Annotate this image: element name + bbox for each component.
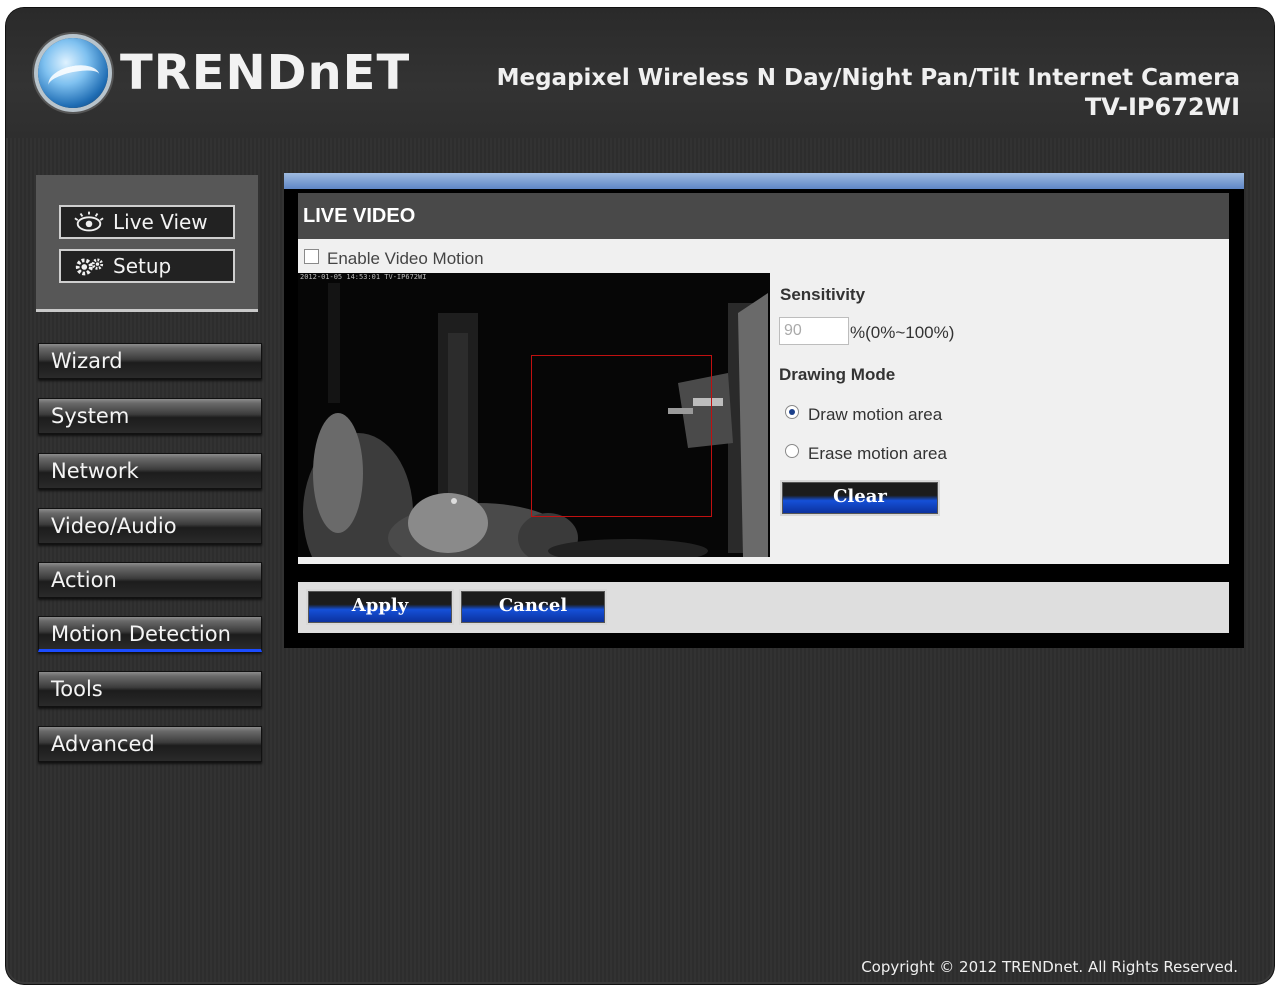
sensitivity-input[interactable]: 90	[779, 317, 849, 345]
drawing-mode-label: Drawing Mode	[779, 365, 896, 384]
product-title: Megapixel Wireless N Day/Night Pan/Tilt …	[497, 64, 1240, 122]
view-switcher: Live View Setup	[36, 175, 258, 312]
enable-video-motion-checkbox[interactable]	[304, 248, 319, 264]
motion-settings-panel: Enable Video Motion 2012-01-05 14:53:01 …	[298, 239, 1229, 564]
product-name: Megapixel Wireless N Day/Night Pan/Tilt …	[496, 65, 1240, 91]
draw-motion-area-radio[interactable]	[785, 405, 799, 419]
eye-icon	[73, 210, 105, 234]
draw-motion-area-option[interactable]: Draw motion area	[785, 405, 942, 425]
draw-motion-area-label: Draw motion area	[808, 405, 943, 424]
trendnet-globe-icon	[38, 38, 108, 108]
copyright: Copyright © 2012 TRENDnet. All Rights Re…	[861, 958, 1238, 976]
setup-button[interactable]: Setup	[59, 249, 235, 283]
sidebar-item-video-audio[interactable]: Video/Audio	[38, 508, 262, 544]
sidebar-item-wizard[interactable]: Wizard	[38, 343, 262, 379]
apply-button[interactable]: Apply	[306, 589, 454, 625]
logo: TRENDnET	[38, 38, 410, 108]
enable-video-motion-label: Enable Video Motion	[327, 249, 484, 268]
content-panel: LIVE VIDEO Enable Video Motion 2012-01-0…	[284, 189, 1244, 648]
setup-label: Setup	[113, 254, 172, 278]
logo-text: TRENDnET	[120, 45, 411, 101]
sidebar-item-motion-detection[interactable]: Motion Detection	[38, 616, 262, 652]
live-video-feed[interactable]: 2012-01-05 14:53:01 TV-IP672WI	[298, 273, 770, 557]
product-model: TV-IP672WI	[1084, 93, 1240, 121]
sidebar-item-action[interactable]: Action	[38, 562, 262, 598]
sidebar-item-network[interactable]: Network	[38, 453, 262, 489]
sensitivity-range: %(0%~100%)	[850, 323, 955, 342]
sidebar-item-system[interactable]: System	[38, 398, 262, 434]
sensitivity-label: Sensitivity	[780, 285, 866, 304]
erase-motion-area-label: Erase motion area	[808, 444, 947, 463]
gears-icon	[73, 254, 105, 278]
app-frame: TRENDnET Megapixel Wireless N Day/Night …	[6, 8, 1274, 984]
erase-motion-area-option[interactable]: Erase motion area	[785, 444, 947, 464]
live-view-button[interactable]: Live View	[59, 205, 235, 239]
motion-area-box[interactable]	[531, 355, 712, 517]
action-bar: Apply Cancel	[298, 582, 1229, 633]
video-timestamp: 2012-01-05 14:53:01 TV-IP672WI	[300, 273, 427, 281]
section-title: LIVE VIDEO	[298, 193, 1229, 239]
live-view-label: Live View	[113, 210, 208, 234]
sidebar-item-tools[interactable]: Tools	[38, 671, 262, 707]
erase-motion-area-radio[interactable]	[785, 444, 799, 458]
cancel-button[interactable]: Cancel	[459, 589, 607, 625]
clear-button[interactable]: Clear	[780, 480, 940, 516]
sidebar-item-advanced[interactable]: Advanced	[38, 726, 262, 762]
header: TRENDnET Megapixel Wireless N Day/Night …	[6, 8, 1274, 138]
enable-video-motion-row[interactable]: Enable Video Motion	[304, 248, 484, 269]
content-top-bar	[284, 173, 1244, 189]
